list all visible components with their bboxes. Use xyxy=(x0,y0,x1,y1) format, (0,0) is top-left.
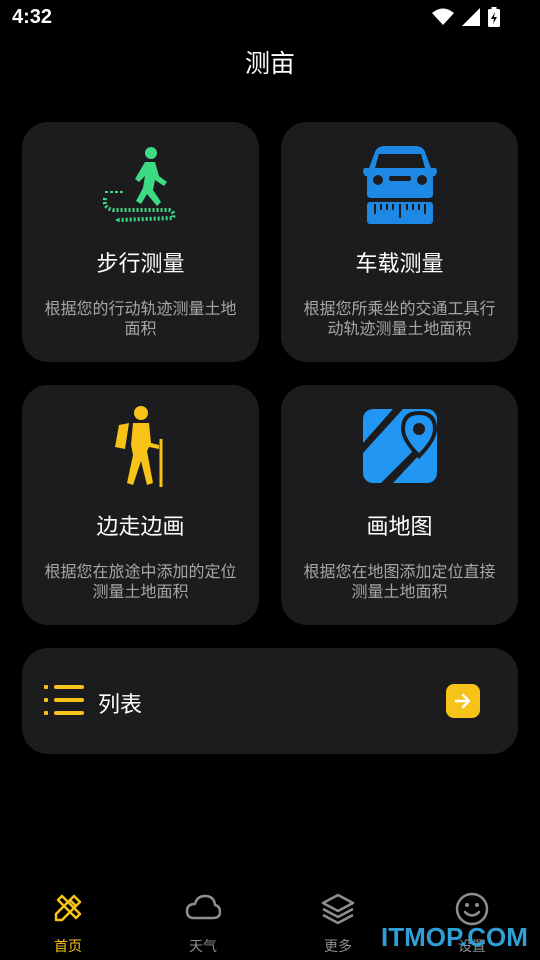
walk-measure-title: 步行测量 xyxy=(96,252,185,277)
layers-icon xyxy=(321,892,355,930)
status-bar: 4:32 xyxy=(0,0,540,38)
wifi-icon xyxy=(432,8,454,25)
car-ruler-icon xyxy=(362,146,437,228)
draw-map-desc: 根据您在地图添加定位直接测量土地面积 xyxy=(303,562,496,601)
tab-home-label: 首页 xyxy=(54,939,82,955)
hiker-icon xyxy=(113,405,169,491)
map-pin-icon xyxy=(362,409,437,487)
tab-home[interactable]: 首页 xyxy=(28,880,108,960)
walk-measure-desc: 根据您的行动轨迹测量土地面积 xyxy=(44,299,237,338)
page-title: 测亩 xyxy=(244,49,295,78)
list-label: 列表 xyxy=(98,693,143,718)
cloud-icon xyxy=(185,892,222,928)
pencil-ruler-icon xyxy=(52,892,84,928)
walk-draw-title: 边走边画 xyxy=(96,515,185,540)
walk-draw-card[interactable]: 边走边画 根据您在旅途中添加的定位测量土地面积 xyxy=(22,385,259,625)
list-icon xyxy=(44,684,84,720)
car-measure-desc: 根据您所乘坐的交通工具行动轨迹测量土地面积 xyxy=(303,299,496,338)
walk-measure-card[interactable]: 步行测量 根据您的行动轨迹测量土地面积 xyxy=(22,122,259,362)
watermark: ITMOP.COM xyxy=(381,922,528,952)
status-time: 4:32 xyxy=(12,6,53,28)
car-measure-card[interactable]: 车载测量 根据您所乘坐的交通工具行动轨迹测量土地面积 xyxy=(281,122,518,362)
arrow-right-icon[interactable] xyxy=(446,684,480,718)
draw-map-title: 画地图 xyxy=(366,515,433,540)
tab-weather-label: 天气 xyxy=(189,939,217,955)
signal-icon xyxy=(462,8,480,26)
tab-more[interactable]: 更多 xyxy=(298,880,378,960)
tab-weather[interactable]: 天气 xyxy=(163,880,243,960)
car-measure-title: 车载测量 xyxy=(355,252,444,277)
walking-person-icon xyxy=(102,146,179,228)
status-icons xyxy=(432,7,500,27)
draw-map-card[interactable]: 画地图 根据您在地图添加定位直接测量土地面积 xyxy=(281,385,518,625)
tab-more-label: 更多 xyxy=(324,939,352,955)
walk-draw-desc: 根据您在旅途中添加的定位测量土地面积 xyxy=(44,562,237,601)
list-entry[interactable]: 列表 xyxy=(22,648,518,754)
battery-icon xyxy=(488,7,500,27)
